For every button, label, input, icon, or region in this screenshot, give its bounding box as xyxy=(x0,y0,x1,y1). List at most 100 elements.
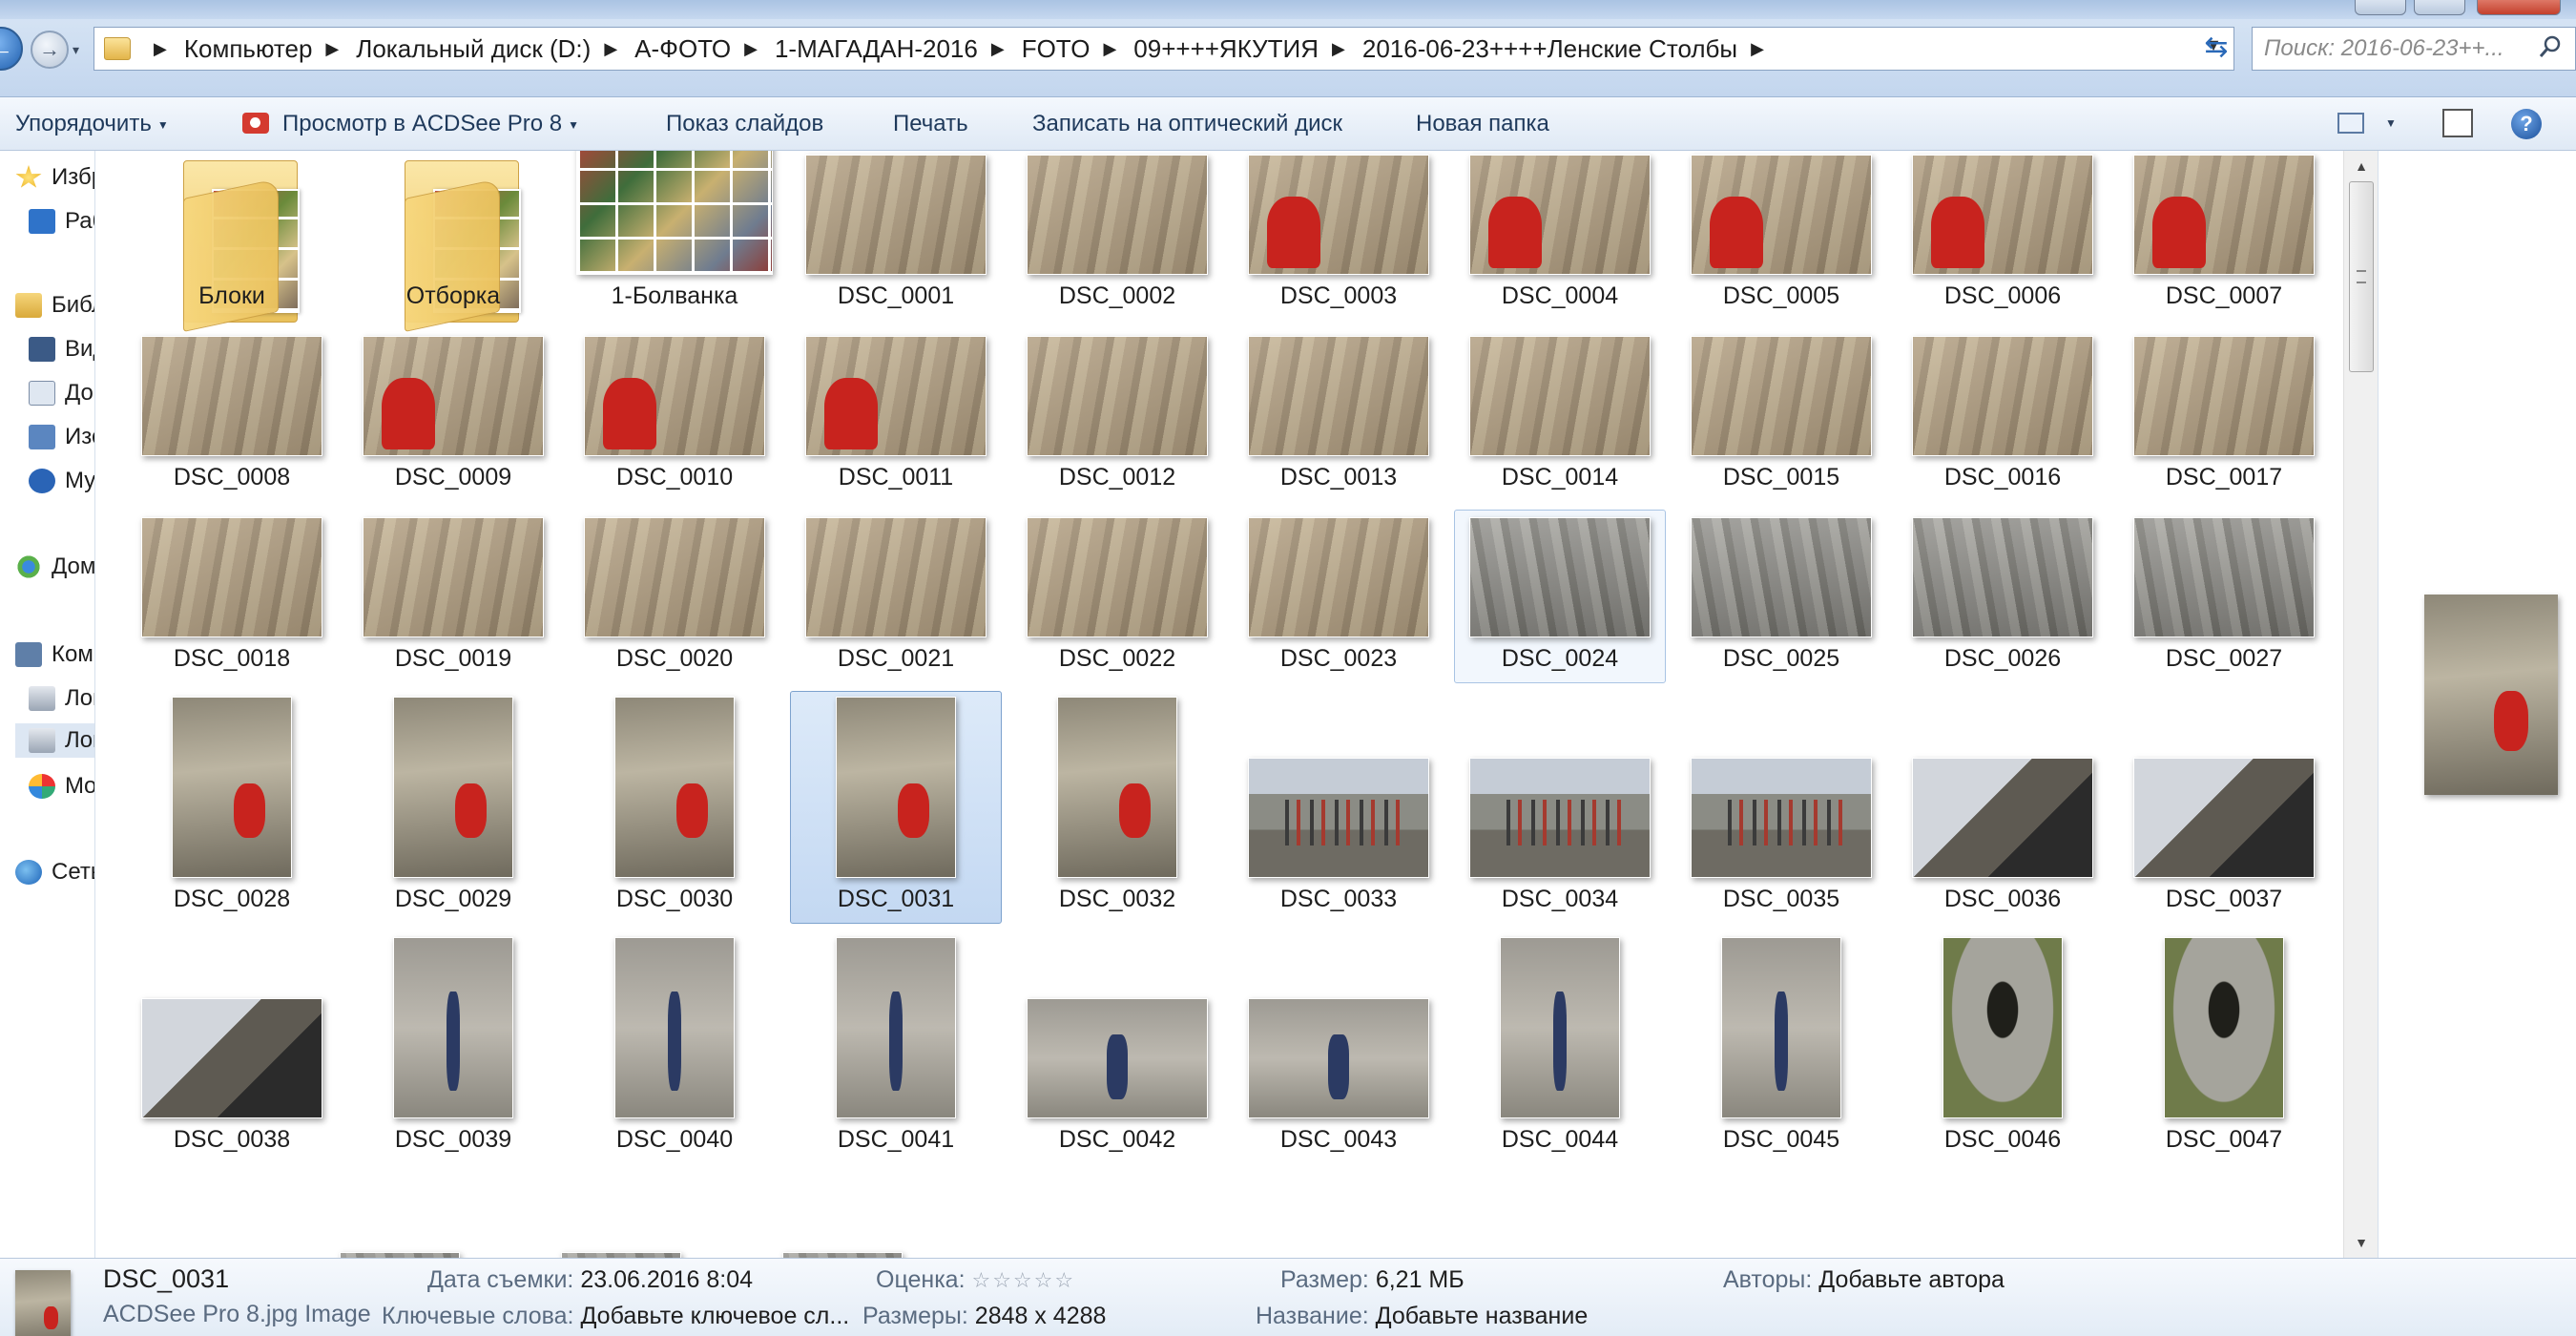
file-item[interactable]: DSC_0045 xyxy=(1675,935,1887,1176)
details-authors-value[interactable]: Добавьте автора xyxy=(1818,1266,2005,1293)
file-item[interactable]: DSC_0017 xyxy=(2118,332,2330,513)
breadcrumb-item[interactable]: 2016-06-23++++Ленские Столбы xyxy=(1362,34,1737,64)
breadcrumb-separator-icon[interactable]: ▶ xyxy=(1332,39,1345,59)
scroll-up-icon[interactable]: ▲ xyxy=(2344,151,2379,181)
file-item[interactable]: DSC_0025 xyxy=(1675,513,1887,695)
scroll-down-icon[interactable]: ▼ xyxy=(2344,1227,2379,1258)
file-item[interactable]: DSC_0026 xyxy=(1897,513,2109,695)
file-item[interactable]: DSC_0040 xyxy=(569,935,780,1176)
breadcrumb-separator-icon[interactable]: ▶ xyxy=(1103,39,1116,59)
file-item[interactable]: Отборка xyxy=(347,151,559,332)
file-item[interactable]: DSC_0043 xyxy=(1233,935,1444,1176)
nav-item-video[interactable]: Видео xyxy=(29,336,94,363)
breadcrumb[interactable]: ▶ Компьютер ▶ Локальный диск (D:) ▶ А-ФО… xyxy=(93,27,2234,71)
file-item[interactable]: DSC_0039 xyxy=(347,935,559,1176)
file-item[interactable]: DSC_0038 xyxy=(126,935,338,1176)
rating-stars-icon[interactable]: ☆☆☆☆☆ xyxy=(971,1268,1075,1292)
preview-pane-icon[interactable] xyxy=(2442,109,2473,137)
file-item[interactable]: DSC_0022 xyxy=(1011,513,1223,695)
slideshow-button[interactable]: Показ слайдов xyxy=(666,111,823,137)
file-item[interactable]: DSC_0030 xyxy=(569,695,780,935)
nav-item-libraries[interactable]: Библиотеки xyxy=(15,292,94,319)
details-date-value[interactable]: 23.06.2016 8:04 xyxy=(580,1266,753,1293)
file-item[interactable]: DSC_0032 xyxy=(1011,695,1223,935)
file-item[interactable]: DSC_0015 xyxy=(1675,332,1887,513)
help-icon[interactable]: ? xyxy=(2511,109,2542,139)
organize-button[interactable]: Упорядочить ▼ xyxy=(15,111,169,137)
file-item[interactable]: DSC_0027 xyxy=(2118,513,2330,695)
file-item[interactable]: DSC_0019 xyxy=(347,513,559,695)
file-item[interactable]: DSC_0007 xyxy=(2118,151,2330,332)
file-item[interactable]: DSC_0010 xyxy=(569,332,780,513)
file-item[interactable]: DSC_0047 xyxy=(2118,935,2330,1176)
nav-item-desktop[interactable]: Рабочий стол xyxy=(29,208,94,235)
new-folder-button[interactable]: Новая папка xyxy=(1416,111,1549,137)
breadcrumb-item[interactable]: Компьютер xyxy=(184,34,313,64)
breadcrumb-item[interactable]: 1-МАГАДАН-2016 xyxy=(775,34,978,64)
file-item[interactable]: DSC_0046 xyxy=(1897,935,2109,1176)
print-button[interactable]: Печать xyxy=(893,111,968,137)
nav-item-pictures[interactable]: Изображения xyxy=(29,424,94,450)
maximize-button[interactable] xyxy=(2414,0,2465,15)
forward-button[interactable]: → xyxy=(31,31,69,69)
file-item[interactable]: DSC_0036 xyxy=(1897,695,2109,935)
nav-item-homegroup[interactable]: Домашняя группа xyxy=(15,553,94,580)
file-item[interactable]: DSC_0005 xyxy=(1675,151,1887,332)
file-item[interactable]: DSC_0023 xyxy=(1233,513,1444,695)
file-item[interactable]: Блоки xyxy=(126,151,338,332)
file-item[interactable]: DSC_0008 xyxy=(126,332,338,513)
file-item[interactable]: DSC_0001 xyxy=(790,151,1002,332)
recent-pages-dropdown[interactable]: ▾ xyxy=(73,42,79,58)
nav-item-computer[interactable]: Компьютер xyxy=(15,641,94,668)
acdsee-button[interactable]: Просмотр в ACDSee Pro 8 ▼ xyxy=(242,111,579,137)
file-item[interactable]: DSC_0011 xyxy=(790,332,1002,513)
file-item[interactable]: DSC_0042 xyxy=(1011,935,1223,1176)
file-item[interactable]: DSC_0020 xyxy=(569,513,780,695)
file-view[interactable]: Блоки Отборка 1-Болванка DSC_0001 DSC_0002 DS… xyxy=(95,151,2343,1258)
file-item[interactable]: DSC_0004 xyxy=(1454,151,1666,332)
file-item[interactable]: DSC_0029 xyxy=(347,695,559,935)
details-keywords-value[interactable]: Добавьте ключевое сл... xyxy=(580,1303,849,1329)
breadcrumb-separator-icon[interactable]: ▶ xyxy=(604,39,617,59)
burn-button[interactable]: Записать на оптический диск xyxy=(1032,111,1342,137)
file-item[interactable]: DSC_0016 xyxy=(1897,332,2109,513)
scroll-thumb[interactable] xyxy=(2349,181,2374,372)
breadcrumb-separator-icon[interactable]: ▶ xyxy=(325,39,339,59)
details-title-value[interactable]: Добавьте название xyxy=(1376,1303,1589,1329)
search-input[interactable]: Поиск: 2016-06-23++... xyxy=(2252,27,2576,71)
file-item[interactable]: DSC_0012 xyxy=(1011,332,1223,513)
nav-item-favorites[interactable]: Избранное xyxy=(15,164,94,191)
search-icon[interactable] xyxy=(2539,35,2562,58)
file-item[interactable]: DSC_0031 xyxy=(790,691,1002,935)
refresh-icon[interactable]: ⇆ xyxy=(2194,27,2238,71)
file-item[interactable]: DSC_0033 xyxy=(1233,695,1444,935)
nav-item-music[interactable]: Музыка xyxy=(29,468,94,494)
breadcrumb-item[interactable]: FOTO xyxy=(1022,34,1091,64)
view-options-dropdown[interactable]: ▼ xyxy=(2385,116,2397,130)
change-view-icon[interactable] xyxy=(2337,113,2364,134)
nav-item-drive-d[interactable]: Локальный диск (D:) xyxy=(15,723,94,758)
breadcrumb-item[interactable]: А-ФОТО xyxy=(634,34,731,64)
file-item[interactable]: DSC_0003 xyxy=(1233,151,1444,332)
file-item[interactable]: DSC_0028 xyxy=(126,695,338,935)
vertical-scrollbar[interactable]: ▲ ▼ xyxy=(2343,151,2378,1258)
file-item[interactable]: DSC_0014 xyxy=(1454,332,1666,513)
nav-item-firefox[interactable]: Mozilla Firefox xyxy=(29,773,94,800)
file-item[interactable]: DSC_0044 xyxy=(1454,935,1666,1176)
file-item[interactable]: DSC_0009 xyxy=(347,332,559,513)
breadcrumb-separator-icon[interactable]: ▶ xyxy=(1751,39,1764,59)
breadcrumb-separator-icon[interactable]: ▶ xyxy=(744,39,758,59)
nav-item-drive-c[interactable]: Локальный диск (C:) xyxy=(29,685,94,712)
file-item[interactable]: DSC_0013 xyxy=(1233,332,1444,513)
breadcrumb-item[interactable]: Локальный диск (D:) xyxy=(356,34,591,64)
file-item[interactable]: DSC_0024 xyxy=(1454,510,1666,695)
breadcrumb-separator-icon[interactable]: ▶ xyxy=(991,39,1005,59)
back-button[interactable]: ← xyxy=(0,27,23,71)
file-item[interactable]: DSC_0034 xyxy=(1454,695,1666,935)
minimize-button[interactable] xyxy=(2355,0,2406,15)
nav-item-documents[interactable]: Документы xyxy=(29,380,94,407)
file-item[interactable]: DSC_0006 xyxy=(1897,151,2109,332)
file-item[interactable]: 1-Болванка xyxy=(569,151,780,332)
file-item[interactable]: DSC_0035 xyxy=(1675,695,1887,935)
close-button[interactable] xyxy=(2477,0,2561,15)
